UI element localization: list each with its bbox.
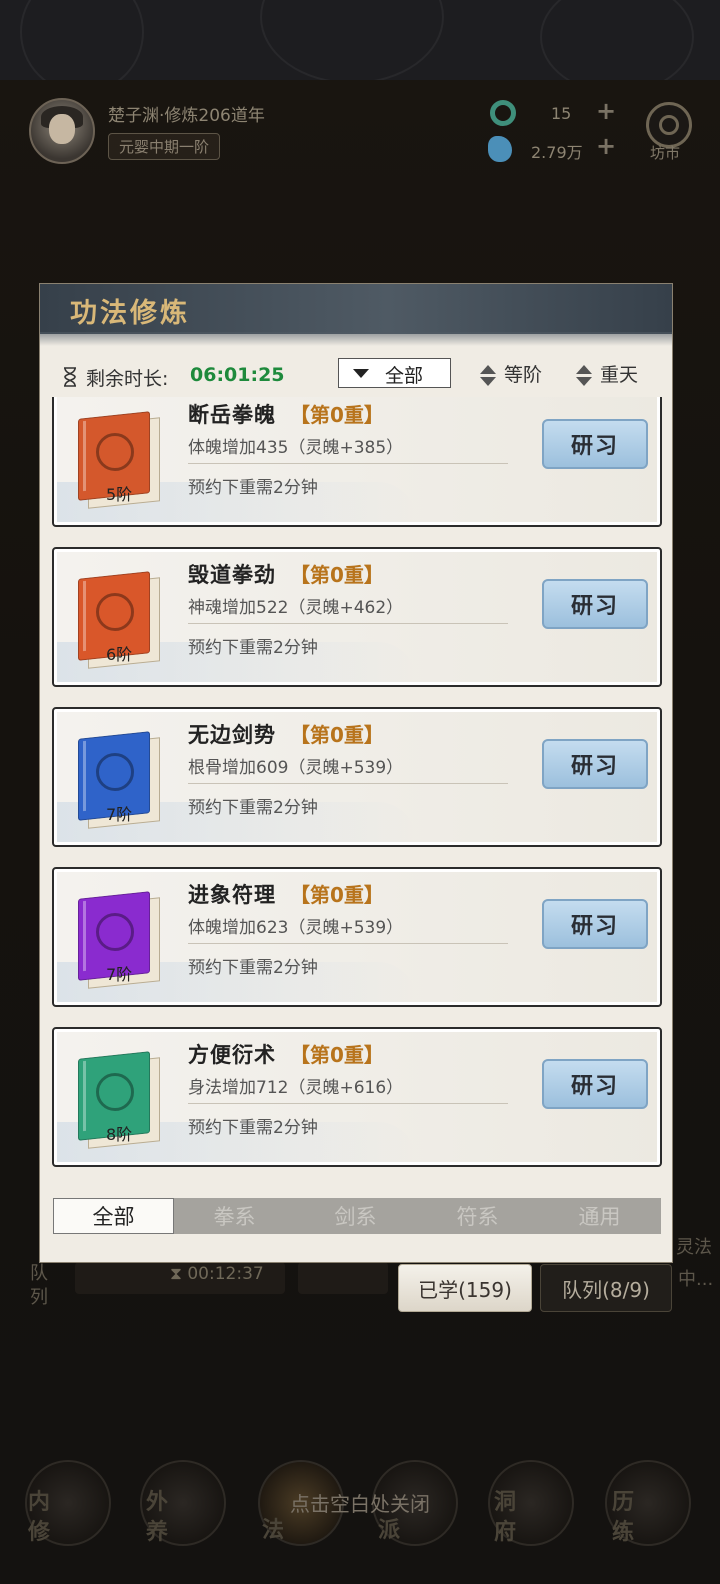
- close-hint[interactable]: 点击空白处关闭: [0, 1488, 720, 1517]
- spirit-stone-icon: [488, 136, 512, 162]
- sort-by-layer[interactable]: 重天: [576, 360, 638, 388]
- nav-label-sect: 派: [378, 1518, 401, 1543]
- technique-name: 断岳拳魄: [188, 403, 276, 427]
- jade-count: 15: [551, 104, 572, 123]
- tab-talisman[interactable]: 符系: [417, 1198, 538, 1234]
- study-button[interactable]: 研习: [542, 419, 648, 469]
- remaining-time-label: 剩余时长:: [86, 368, 169, 390]
- jade-ring-icon: [490, 100, 516, 126]
- technique-next-time: 预约下重需2分钟: [188, 638, 318, 658]
- technique-name: 无边剑势: [188, 723, 276, 747]
- tab-all[interactable]: 全部: [53, 1198, 174, 1234]
- divider: [188, 783, 508, 784]
- technique-name: 方便衍术: [188, 1043, 276, 1067]
- talisman-icon: [96, 913, 134, 951]
- add-jade-button[interactable]: +: [596, 97, 616, 125]
- divider: [188, 623, 508, 624]
- technique-card[interactable]: 5阶 断岳拳魄 【第0重】 体魄增加435（灵魄+385） 预约下重需2分钟 研…: [52, 397, 662, 527]
- hourglass-icon: ⧗: [170, 1264, 182, 1284]
- technique-card[interactable]: 6阶 毁道拳劲 【第0重】 神魂增加522（灵魄+462） 预约下重需2分钟 研…: [52, 547, 662, 687]
- swirl-icon: [96, 1073, 134, 1111]
- study-button[interactable]: 研习: [542, 1059, 648, 1109]
- technique-card[interactable]: 7阶 无边剑势 【第0重】 根骨增加609（灵魄+539） 预约下重需2分钟 研…: [52, 707, 662, 847]
- top-decorative-band: [0, 0, 720, 94]
- market-label[interactable]: 坊市: [650, 142, 680, 163]
- queue-button[interactable]: 队列(8/9): [540, 1264, 672, 1312]
- technique-tier: 5阶: [106, 485, 133, 504]
- dropdown-triangle-icon: [353, 369, 369, 378]
- sort-arrows-icon: [576, 364, 592, 388]
- add-spirit-stone-button[interactable]: +: [596, 132, 616, 160]
- study-button[interactable]: 研习: [542, 899, 648, 949]
- divider: [188, 1103, 508, 1104]
- technique-list[interactable]: 5阶 断岳拳魄 【第0重】 体魄增加435（灵魄+385） 预约下重需2分钟 研…: [52, 397, 663, 1169]
- technique-card[interactable]: 8阶 方便衍术 【第0重】 身法增加712（灵魄+616） 预约下重需2分钟 研…: [52, 1027, 662, 1167]
- queue-side-label: 队列: [30, 1263, 48, 1308]
- realm-badge: 元婴中期一阶: [108, 133, 221, 160]
- technique-level: 【第0重】: [290, 563, 384, 587]
- panel-header: 功法修炼: [40, 284, 672, 346]
- technique-next-time: 预约下重需2分钟: [188, 1118, 318, 1138]
- category-filter-value: 全部: [385, 365, 424, 387]
- technique-next-time: 预约下重需2分钟: [188, 798, 318, 818]
- sword-icon: [96, 753, 134, 791]
- divider: [188, 943, 508, 944]
- fist-icon: [96, 433, 134, 471]
- spirit-stone-count: 2.79万: [531, 143, 583, 162]
- technique-bonus: 体魄增加435（灵魄+385）: [188, 438, 404, 458]
- technique-level: 【第0重】: [290, 723, 384, 747]
- technique-bonus: 身法增加712（灵魄+616）: [188, 1078, 404, 1098]
- technique-level: 【第0重】: [290, 403, 384, 427]
- category-tabs: 全部 拳系 剑系 符系 通用: [53, 1198, 661, 1234]
- queue-timer: ⧗ 00:12:37: [170, 1264, 264, 1284]
- hourglass-icon: [64, 367, 76, 387]
- tab-general[interactable]: 通用: [539, 1198, 660, 1234]
- side-tab-top: 灵法: [676, 1237, 712, 1258]
- divider: [188, 463, 508, 464]
- technique-next-time: 预约下重需2分钟: [188, 478, 318, 498]
- technique-tier: 6阶: [106, 645, 133, 664]
- technique-next-time: 预约下重需2分钟: [188, 958, 318, 978]
- technique-name: 进象符理: [188, 883, 276, 907]
- technique-level: 【第0重】: [290, 883, 384, 907]
- player-avatar[interactable]: [29, 98, 95, 164]
- side-tab-bottom: 中...: [678, 1269, 714, 1290]
- nav-label-technique: 法: [262, 1518, 285, 1543]
- panel-title: 功法修炼: [70, 298, 190, 329]
- technique-tier: 8阶: [106, 1125, 133, 1144]
- fist-icon: [96, 593, 134, 631]
- technique-bonus: 根骨增加609（灵魄+539）: [188, 758, 404, 778]
- technique-bonus: 神魂增加522（灵魄+462）: [188, 598, 404, 618]
- technique-tier: 7阶: [106, 965, 133, 984]
- sort-by-grade[interactable]: 等阶: [480, 360, 542, 388]
- learned-button[interactable]: 已学(159): [398, 1264, 532, 1312]
- sort-arrows-icon: [480, 364, 496, 388]
- tab-sword[interactable]: 剑系: [295, 1198, 416, 1234]
- technique-cultivation-panel: 功法修炼 剩余时长: 06:01:25 全部 等阶 重天 5阶 断岳拳魄 【第0…: [39, 283, 673, 1263]
- queue-row-slot: [298, 1262, 388, 1294]
- technique-level: 【第0重】: [290, 1043, 384, 1067]
- technique-bonus: 体魄增加623（灵魄+539）: [188, 918, 404, 938]
- technique-name: 毁道拳劲: [188, 563, 276, 587]
- technique-card[interactable]: 7阶 进象符理 【第0重】 体魄增加623（灵魄+539） 预约下重需2分钟 研…: [52, 867, 662, 1007]
- technique-tier: 7阶: [106, 805, 133, 824]
- player-name: 楚子渊·修炼206道年: [108, 106, 265, 126]
- remaining-time-value: 06:01:25: [190, 364, 285, 386]
- study-button[interactable]: 研习: [542, 739, 648, 789]
- tab-fist[interactable]: 拳系: [174, 1198, 295, 1234]
- study-button[interactable]: 研习: [542, 579, 648, 629]
- category-filter-dropdown[interactable]: 全部: [338, 358, 451, 388]
